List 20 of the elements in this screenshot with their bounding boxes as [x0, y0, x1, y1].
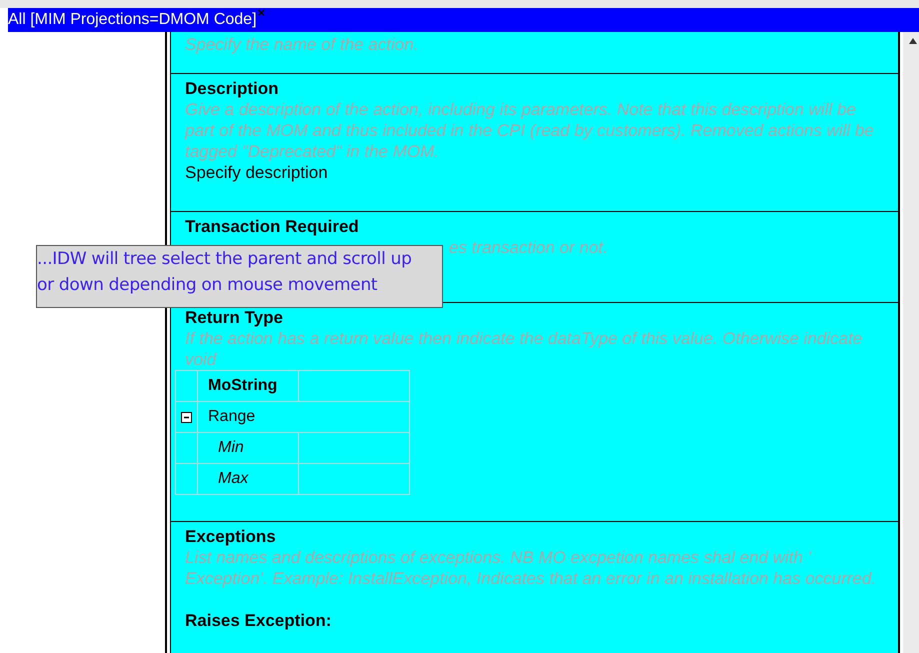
table-cell: Range	[198, 402, 410, 432]
hint-text: Specify the name of the action.	[185, 34, 420, 55]
hint-text: Give a description of the action, including its parameters. Note that this description will be part of the MOM and thus included in the CPI (read by customers). Removed actions will be tagged "Deprecated" in the MOM.	[185, 99, 875, 162]
hint-text: If the action has a return value then indicate the dataType of this value. Otherwise indicate void	[185, 328, 864, 370]
tooltip: ...IDW will tree select the parent and scroll up or down depending on mouse movement	[36, 245, 443, 308]
collapse-icon[interactable]	[181, 412, 192, 422]
section-title: Description	[185, 78, 279, 99]
table-cell: Min	[198, 432, 298, 464]
section-title: Transaction Required	[185, 216, 359, 237]
table-cell: MoString	[198, 370, 298, 402]
hint-text: List names and descriptions of exceptions. NB MO excpetion names shal end with ' Exception'. Example: InstallException, Indicates that an error in an installation has occurred.	[185, 547, 878, 589]
table-cell	[176, 464, 198, 494]
section-title: Raises Exception:	[185, 610, 332, 631]
field-value[interactable]: Specify description	[185, 162, 328, 183]
section-title: Exceptions	[185, 526, 276, 547]
table-cell: Max	[198, 464, 298, 494]
section-title: Return Type	[185, 307, 283, 328]
hint-text: es transaction or not.	[449, 237, 609, 258]
window-title: All [MIM Projections=DMOM Code]	[8, 11, 257, 28]
scroll-up-icon[interactable]	[909, 38, 917, 44]
